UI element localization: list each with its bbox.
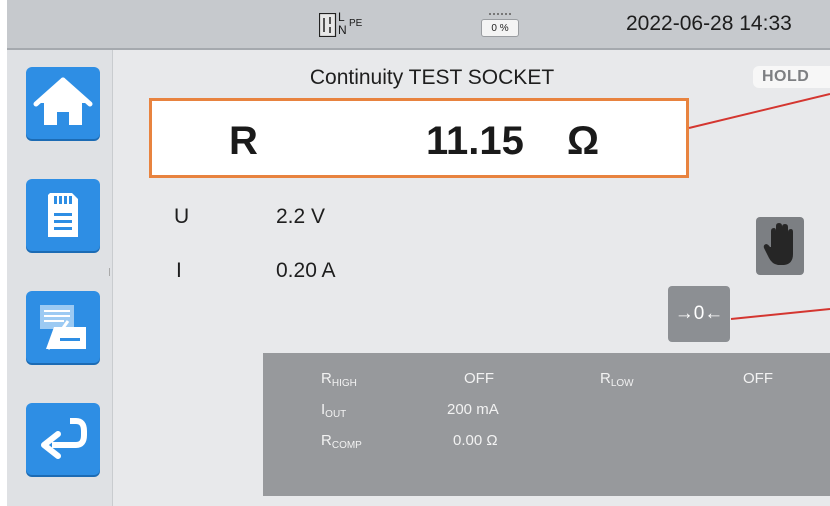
home-button[interactable]	[26, 67, 100, 139]
main-result-box: R 11.15 Ω	[149, 98, 689, 178]
stop-button[interactable]	[756, 217, 804, 275]
r-comp-label: RCOMP	[321, 432, 362, 451]
r-low-label: RLOW	[600, 370, 634, 389]
supply-label-pe: PE	[349, 18, 363, 29]
voltage-label: U	[174, 205, 190, 228]
hand-stop-icon	[763, 223, 793, 265]
supply-label-l: L	[338, 10, 345, 24]
settings-panel: RHIGH OFF RLOW OFF IOUT 200 mA RCOMP 0.0…	[263, 353, 830, 496]
back-button[interactable]	[26, 403, 100, 475]
voltage-value: 2.2 V	[276, 205, 326, 228]
instrument-screen: L N PE 0 % 2022-06-28 14:33 Continuity T…	[7, 0, 830, 506]
i-out-value: 200 mA	[447, 401, 499, 418]
hold-badge[interactable]: HOLD	[753, 66, 830, 88]
supply-label-n: N	[338, 23, 347, 37]
sd-card-icon	[48, 193, 78, 237]
home-icon	[33, 77, 93, 125]
current-value: 0.20 A	[276, 259, 336, 282]
sidebar	[7, 50, 113, 506]
battery-indicator: 0 %	[481, 13, 521, 37]
r-low-value: OFF	[743, 370, 773, 387]
date-time: 2022-06-28 14:33	[626, 12, 792, 35]
data-record-icon	[40, 305, 86, 350]
status-bar: L N PE 0 % 2022-06-28 14:33	[7, 0, 830, 50]
i-out-label: IOUT	[321, 401, 347, 420]
current-label: I	[176, 259, 182, 282]
supply-connection-icon: L N PE	[318, 10, 371, 38]
divider-mark	[109, 268, 110, 276]
result-label: R	[229, 119, 258, 163]
result-unit: Ω	[567, 119, 600, 163]
result-value: 11.15	[426, 119, 524, 163]
r-high-value: OFF	[464, 370, 494, 387]
r-high-label: RHIGH	[321, 370, 357, 389]
back-arrow-icon	[41, 418, 87, 459]
memory-button[interactable]	[26, 179, 100, 251]
record-button[interactable]	[26, 291, 100, 363]
test-title: Continuity TEST SOCKET	[309, 66, 555, 89]
r-comp-value: 0.00 Ω	[453, 432, 498, 449]
zero-compensation-button[interactable]: →0←	[668, 286, 730, 342]
battery-percent: 0 %	[481, 19, 519, 37]
